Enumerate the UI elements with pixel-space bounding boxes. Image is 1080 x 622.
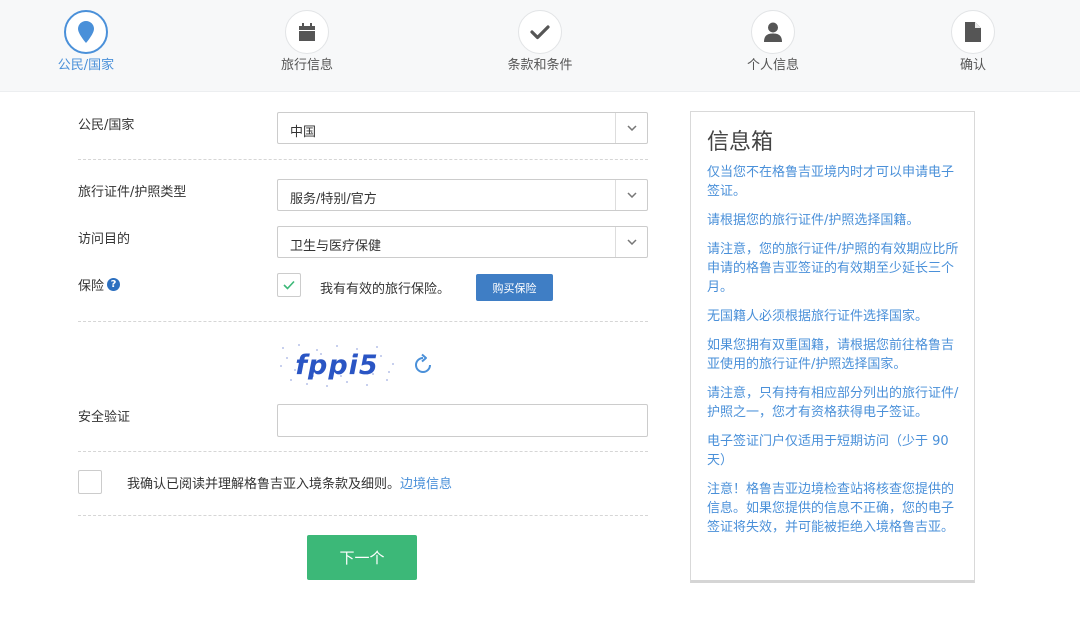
border-info-link[interactable]: 边境信息 xyxy=(400,477,452,492)
info-item: 请注意，只有持有相应部分列出的旅行证件/护照之一，您才有资格获得电子签证。 xyxy=(707,386,959,420)
step-label: 公民/国家 xyxy=(57,58,115,73)
info-box-items: 仅当您不在格鲁吉亚境内时才可以申请电子签证。 请根据您的旅行证件/护照选择国籍。… xyxy=(707,163,959,547)
info-box-title: 信息箱 xyxy=(707,130,774,155)
agree-statement: 我确认已阅读并理解格鲁吉亚入境条款及细则。边境信息 xyxy=(127,473,452,492)
document-icon xyxy=(965,22,981,42)
info-item: 仅当您不在格鲁吉亚境内时才可以申请电子签证。 xyxy=(707,165,955,199)
doc-type-value: 服务/特别/官方 xyxy=(290,192,377,207)
divider xyxy=(78,321,648,322)
step-citizenship[interactable]: 公民/国家 xyxy=(21,10,151,74)
chevron-down-icon xyxy=(615,113,647,143)
step-circle xyxy=(518,10,562,54)
divider xyxy=(78,515,648,516)
help-icon[interactable]: ? xyxy=(107,278,121,291)
step-progress-bar: 公民/国家 旅行信息 条款和条件 个人信息 确认 xyxy=(0,0,1080,92)
step-confirm[interactable]: 确认 xyxy=(908,10,1038,74)
divider xyxy=(78,451,648,452)
info-item: 无国籍人必须根据旅行证件选择国家。 xyxy=(707,309,929,324)
security-label: 安全验证 xyxy=(78,410,131,425)
agree-text: 我确认已阅读并理解格鲁吉亚入境条款及细则。 xyxy=(127,477,401,492)
location-pin-icon xyxy=(78,21,94,43)
chevron-down-icon xyxy=(615,227,647,257)
next-button[interactable]: 下一个 xyxy=(307,535,417,580)
citizenship-value: 中国 xyxy=(290,125,317,140)
doc-type-select[interactable]: 服务/特别/官方 xyxy=(277,179,648,211)
step-circle xyxy=(285,10,329,54)
info-item: 注意！格鲁吉亚边境检查站将核查您提供的信息。如果您提供的信息不正确，您的电子签证… xyxy=(707,482,955,535)
user-icon xyxy=(764,22,782,42)
info-box: 信息箱 仅当您不在格鲁吉亚境内时才可以申请电子签证。 请根据您的旅行证件/护照选… xyxy=(690,111,975,583)
step-label: 旅行信息 xyxy=(280,58,333,73)
agree-checkbox[interactable] xyxy=(78,470,102,494)
security-input[interactable] xyxy=(277,404,648,437)
info-item: 请根据您的旅行证件/护照选择国籍。 xyxy=(707,213,920,228)
insurance-label: 保险 xyxy=(78,279,105,294)
step-circle xyxy=(64,10,108,54)
step-travel-info[interactable]: 旅行信息 xyxy=(242,10,372,74)
captcha-text: fppi5 xyxy=(295,350,378,381)
step-personal-info[interactable]: 个人信息 xyxy=(708,10,838,74)
step-label: 确认 xyxy=(959,58,986,73)
purpose-label: 访问目的 xyxy=(78,232,131,247)
purpose-value: 卫生与医疗保健 xyxy=(290,239,382,254)
info-item: 请注意，您的旅行证件/护照的有效期应比所申请的格鲁吉亚签证的有效期至少延长三个月… xyxy=(707,242,959,295)
insurance-text: 我有有效的旅行保险。 xyxy=(320,282,451,297)
info-item: 如果您拥有双重国籍，请根据您前往格鲁吉亚使用的旅行证件/护照选择国家。 xyxy=(707,338,955,372)
citizenship-label: 公民/国家 xyxy=(78,118,135,133)
step-label: 个人信息 xyxy=(746,58,799,73)
info-item: 电子签证门户仅适用于短期访问（少于 90 天） xyxy=(707,434,949,468)
step-terms[interactable]: 条款和条件 xyxy=(475,10,605,74)
step-circle xyxy=(751,10,795,54)
chevron-down-icon xyxy=(615,180,647,210)
captcha-image: fppi5 xyxy=(277,340,397,390)
insurance-row-label: 保险 ? xyxy=(78,275,121,294)
buy-insurance-button[interactable]: 购买保险 xyxy=(476,274,553,301)
purpose-select[interactable]: 卫生与医疗保健 xyxy=(277,226,648,258)
calendar-icon xyxy=(299,23,315,41)
checkmark-icon xyxy=(530,25,550,40)
citizenship-select[interactable]: 中国 xyxy=(277,112,648,144)
refresh-captcha-icon[interactable] xyxy=(411,353,435,377)
step-label: 条款和条件 xyxy=(507,58,573,73)
checkmark-icon xyxy=(283,280,295,290)
step-circle xyxy=(951,10,995,54)
divider xyxy=(78,159,648,160)
doc-type-label: 旅行证件/护照类型 xyxy=(78,185,187,200)
insurance-checkbox[interactable] xyxy=(277,273,301,297)
